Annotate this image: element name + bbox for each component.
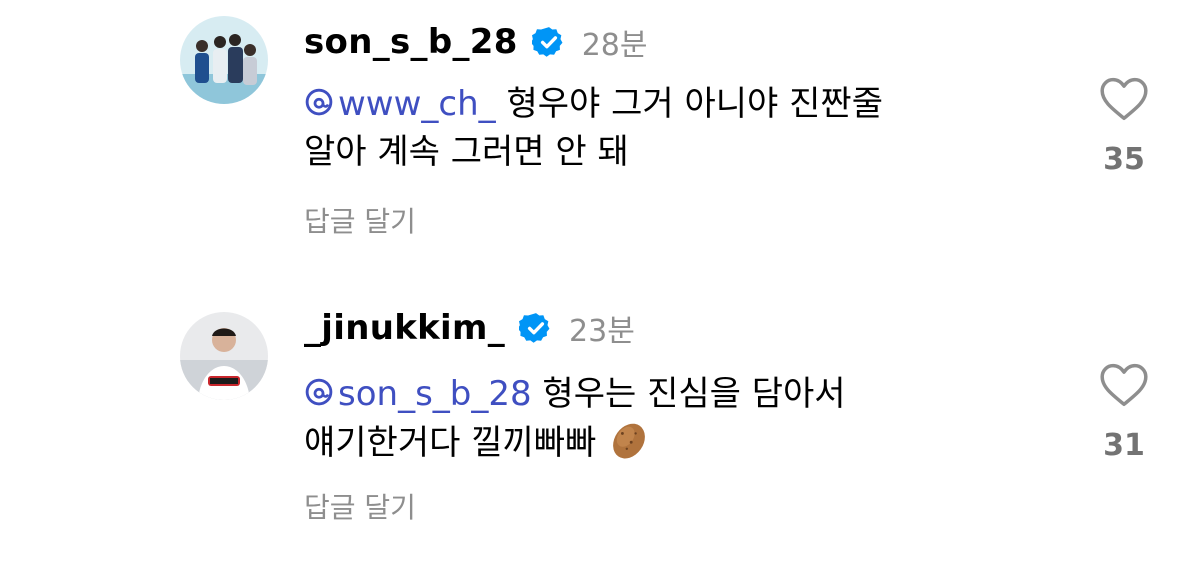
mention-link[interactable]: www_ch_ (304, 84, 496, 124)
threads-icon (305, 88, 333, 116)
like-control: 31 (1092, 360, 1156, 463)
potato-emoji-icon (613, 423, 646, 459)
verified-badge-icon (531, 27, 563, 57)
comment-item: son_s_b_28 28분 www_ch_ 형우야 그거 아니야 진짠줄 알아… (0, 0, 1200, 284)
mention-username: www_ch_ (338, 84, 496, 124)
reply-button[interactable]: 답글 달기 (304, 200, 416, 240)
mention-username: son_s_b_28 (338, 374, 532, 414)
comment-text-line2: 알아 계속 그러면 안 돼 (304, 132, 629, 172)
reply-button[interactable]: 답글 달기 (304, 486, 416, 526)
comment-header: son_s_b_28 28분 (304, 22, 648, 63)
like-count: 35 (1103, 142, 1145, 177)
comment-item: _jinukkim_ 23분 son_s_b_28 형우는 진심을 담아서 얘기… (0, 290, 1200, 574)
username[interactable]: _jinukkim_ (304, 308, 505, 348)
comment-text-line1: 형우야 그거 아니야 진짠줄 (495, 84, 883, 124)
mention-link[interactable]: son_s_b_28 (304, 374, 532, 414)
avatar[interactable] (180, 312, 268, 400)
comment-text: www_ch_ 형우야 그거 아니야 진짠줄 알아 계속 그러면 안 돼 (304, 80, 1064, 176)
timestamp: 28분 (581, 28, 648, 63)
verified-badge-icon (519, 313, 550, 343)
like-control: 35 (1092, 74, 1156, 177)
threads-icon (305, 378, 333, 406)
heart-icon[interactable] (1097, 360, 1151, 408)
like-count: 31 (1103, 428, 1145, 463)
comment-text-line1: 형우는 진심을 담아서 (531, 374, 846, 414)
comment-header: _jinukkim_ 23분 (304, 308, 635, 349)
comment-text-line2: 얘기한거다 낄끼빠빠 (304, 423, 597, 463)
avatar[interactable] (180, 16, 268, 104)
comment-text: son_s_b_28 형우는 진심을 담아서 얘기한거다 낄끼빠빠 (304, 370, 1064, 467)
timestamp: 23분 (569, 314, 635, 349)
username[interactable]: son_s_b_28 (304, 22, 518, 62)
heart-icon[interactable] (1097, 74, 1151, 122)
